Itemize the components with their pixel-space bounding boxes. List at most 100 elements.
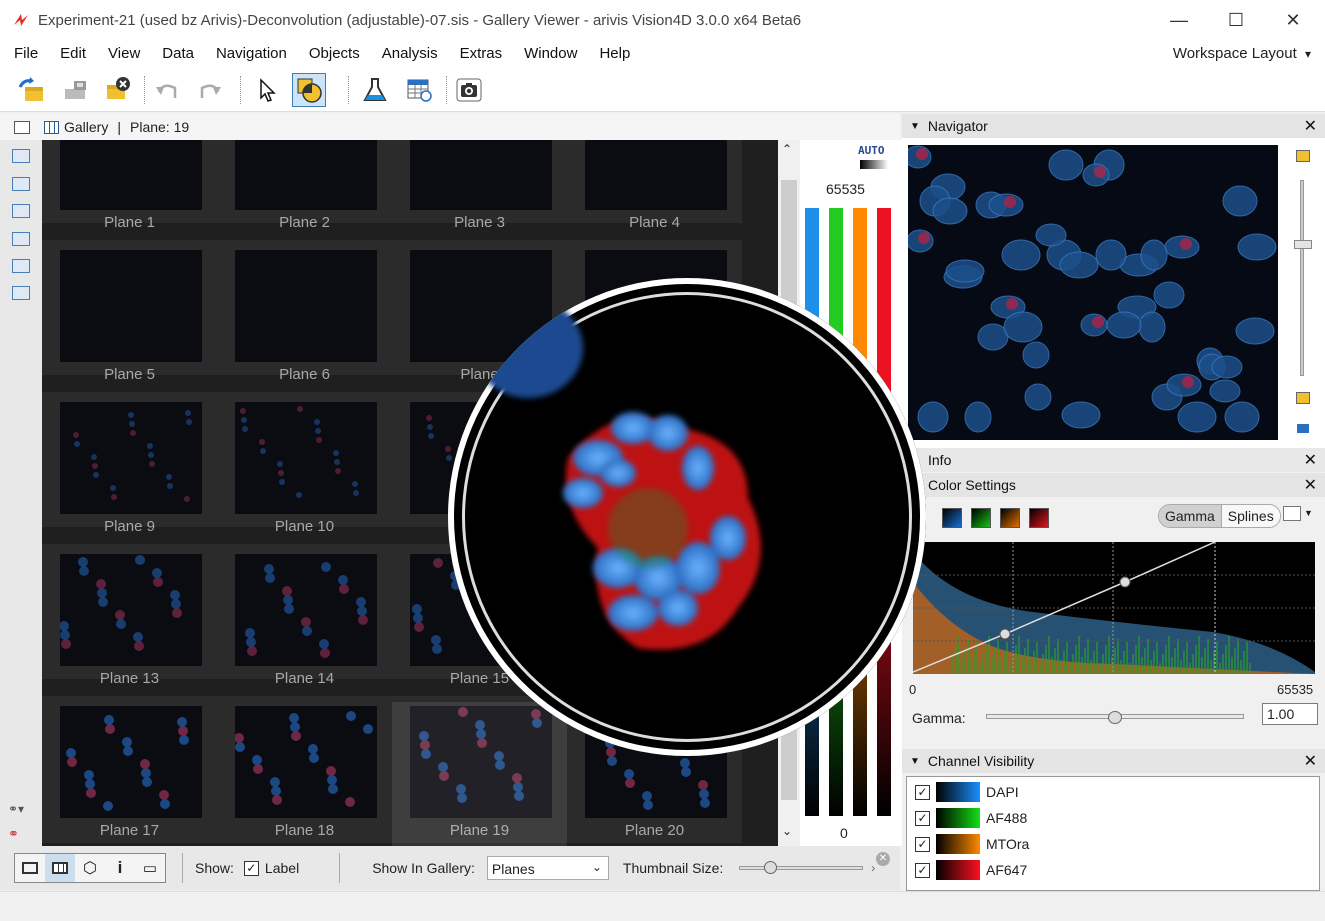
plane-label: Plane 18	[274, 822, 335, 839]
undo-icon[interactable]	[150, 73, 184, 107]
splines-tab[interactable]: Splines	[1220, 505, 1280, 527]
scroll-down-icon[interactable]: ⌄	[782, 824, 792, 838]
redo-icon[interactable]	[193, 73, 227, 107]
gallery-thumbnail[interactable]	[60, 140, 202, 210]
unlink-icon[interactable]: ⚭	[8, 826, 19, 842]
info-icon[interactable]: i	[105, 854, 135, 882]
gallery-thumbnail[interactable]	[585, 140, 727, 210]
menu-view[interactable]: View	[97, 40, 151, 68]
gallery-thumbnail[interactable]	[60, 402, 202, 514]
gallery-thumbnail[interactable]	[235, 140, 377, 210]
close-circle-icon[interactable]: ✕	[876, 852, 890, 866]
histogram[interactable]	[913, 542, 1315, 674]
menu-window[interactable]: Window	[513, 40, 588, 68]
auto-lut-button[interactable]: AUTO	[858, 144, 885, 157]
info-close-icon[interactable]: ✕	[1304, 450, 1317, 470]
channel-color-swatch[interactable]	[1000, 508, 1020, 528]
gamma-tab[interactable]: Gamma	[1159, 505, 1221, 527]
analysis-flask-icon[interactable]	[358, 73, 392, 107]
channel-visibility-checkbox[interactable]: ✓	[915, 810, 930, 826]
snapshot-camera-icon[interactable]	[452, 73, 486, 107]
zoom-slider-thumb[interactable]	[1294, 240, 1312, 249]
gallery-view-icon[interactable]	[45, 854, 75, 882]
layout-4-icon[interactable]	[12, 232, 30, 246]
pointer-icon[interactable]	[250, 73, 284, 107]
menu-data[interactable]: Data	[151, 40, 205, 68]
layout-6-icon[interactable]	[12, 259, 30, 273]
menu-edit[interactable]: Edit	[49, 40, 97, 68]
layout-1-icon[interactable]	[12, 149, 30, 163]
channel-name: AF647	[986, 862, 1028, 878]
channel-row[interactable]: ✓ DAPI	[915, 781, 1019, 803]
gallery-thumbnail[interactable]	[60, 706, 202, 818]
gallery-thumbnail[interactable]	[235, 250, 377, 362]
gamma-slider-thumb[interactable]	[1108, 711, 1122, 724]
navigator-title: Navigator	[927, 118, 988, 134]
label-checkbox[interactable]: ✓	[243, 860, 259, 876]
channel-list: ✓ DAPI ✓ AF488 ✓ MTOra ✓ AF647	[906, 776, 1320, 891]
channel-color-swatch[interactable]	[1029, 508, 1049, 528]
menu-analysis[interactable]: Analysis	[371, 40, 449, 68]
overlay-icon[interactable]	[292, 73, 326, 107]
minimize-button[interactable]: —	[1150, 0, 1208, 40]
thumbnail-size-slider[interactable]	[739, 861, 864, 874]
info-header[interactable]: Info ✕	[902, 448, 1325, 472]
save-icon[interactable]	[58, 73, 92, 107]
channel-row[interactable]: ✓ AF647	[915, 859, 1027, 881]
single-view-icon[interactable]	[15, 854, 45, 882]
layout-9-icon[interactable]	[12, 286, 30, 300]
channel-visibility-checkbox[interactable]: ✓	[915, 784, 930, 800]
maximize-button[interactable]: ☐	[1207, 0, 1265, 40]
gamma-value-input[interactable]: 1.00	[1262, 703, 1318, 725]
show-in-gallery-select[interactable]: Planes ⌄	[486, 856, 609, 880]
lut-min-value: 0	[840, 825, 848, 841]
close-document-icon[interactable]	[100, 73, 134, 107]
menu-navigation[interactable]: Navigation	[205, 40, 298, 68]
gallery-thumbnail[interactable]	[60, 250, 202, 362]
scroll-up-icon[interactable]: ⌃	[782, 142, 792, 156]
layout-2-icon[interactable]	[12, 177, 30, 191]
channel-color-swatch[interactable]	[971, 508, 991, 528]
gallery-thumbnail[interactable]	[235, 554, 377, 666]
options-arrow-icon[interactable]: ▼	[1304, 508, 1313, 518]
channel-visibility-header[interactable]: ▼ Channel Visibility ✕	[902, 749, 1325, 773]
viewer-toggle-icon[interactable]	[14, 120, 30, 134]
close-button[interactable]: ✕	[1264, 0, 1322, 40]
gallery-thumbnail[interactable]	[234, 706, 377, 818]
open-icon[interactable]	[14, 73, 48, 107]
layout-3-icon[interactable]	[12, 204, 30, 218]
navigator-image[interactable]	[908, 145, 1278, 440]
menu-file[interactable]: File	[0, 40, 49, 68]
collapse-icon[interactable]: ▼	[910, 121, 920, 132]
color-settings-close-icon[interactable]: ✕	[1304, 475, 1317, 495]
menu-objects[interactable]: Objects	[298, 40, 371, 68]
color-settings-header[interactable]: Color Settings ✕	[902, 473, 1325, 497]
menu-help[interactable]: Help	[588, 40, 641, 68]
channel-row[interactable]: ✓ MTOra	[915, 833, 1029, 855]
plane-label: Plane 20	[624, 822, 685, 839]
presentation-icon[interactable]: ▭	[135, 854, 165, 882]
channel-visibility-checkbox[interactable]: ✓	[915, 862, 930, 878]
camera-icon[interactable]	[1297, 424, 1309, 433]
3d-view-icon[interactable]: ⬡	[75, 854, 105, 882]
workspace-layout-dropdown[interactable]: Workspace Layout ▾	[1173, 40, 1311, 68]
link-icon[interactable]: ⚭▾	[8, 802, 24, 816]
channel-visibility-checkbox[interactable]: ✓	[915, 836, 930, 852]
zoom-in-icon[interactable]	[1296, 150, 1310, 162]
zoom-out-icon[interactable]	[1296, 392, 1310, 404]
zoom-slider[interactable]	[1300, 180, 1304, 376]
navigator-close-icon[interactable]: ✕	[1304, 116, 1317, 136]
thumbnail-size-slider-thumb[interactable]	[764, 861, 778, 874]
gallery-thumbnail[interactable]	[410, 140, 552, 210]
menu-extras[interactable]: Extras	[449, 40, 514, 68]
channel-color-swatch[interactable]	[942, 508, 962, 528]
navigator-header[interactable]: ▼ Navigator ✕	[902, 114, 1325, 138]
collapse-icon[interactable]: ▼	[910, 756, 920, 767]
chevron-right-icon[interactable]: ›	[871, 861, 875, 875]
gallery-thumbnail[interactable]	[235, 402, 377, 514]
channel-visibility-close-icon[interactable]: ✕	[1304, 751, 1317, 771]
channel-row[interactable]: ✓ AF488	[915, 807, 1027, 829]
options-menu-icon[interactable]	[1283, 506, 1301, 521]
table-icon[interactable]	[402, 73, 436, 107]
gallery-thumbnail[interactable]	[59, 554, 202, 666]
